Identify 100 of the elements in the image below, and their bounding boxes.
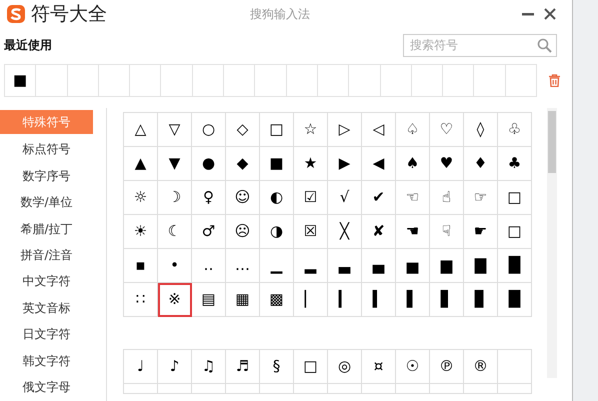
recent-symbol-cell[interactable]: ■ bbox=[5, 64, 36, 96]
symbol-cell[interactable]: ▶ bbox=[328, 147, 362, 181]
empty-cell[interactable] bbox=[362, 384, 396, 394]
symbol-cell[interactable]: ♤ bbox=[396, 113, 430, 147]
symbol-cell[interactable]: ☝ bbox=[430, 181, 464, 215]
symbol-cell[interactable]: ♣ bbox=[498, 147, 532, 181]
empty-cell[interactable] bbox=[430, 384, 464, 394]
symbol-cell[interactable]: ☆ bbox=[294, 113, 328, 147]
category-item[interactable]: 标点符号 bbox=[0, 136, 93, 163]
symbol-cell[interactable]: ☒ bbox=[294, 215, 328, 249]
symbol-cell[interactable]: ▌ bbox=[396, 283, 430, 317]
symbol-cell[interactable]: ✔ bbox=[362, 181, 396, 215]
symbol-cell[interactable]: ▽ bbox=[158, 113, 192, 147]
empty-cell[interactable] bbox=[192, 384, 226, 394]
symbol-cell[interactable]: ◊ bbox=[464, 113, 498, 147]
symbol-cell[interactable]: ℗ bbox=[430, 350, 464, 384]
symbol-cell[interactable]: ▄ bbox=[362, 249, 396, 283]
symbol-cell[interactable]: ☑ bbox=[294, 181, 328, 215]
symbol-cell[interactable]: ▎ bbox=[328, 283, 362, 317]
symbol-cell[interactable]: △ bbox=[124, 113, 158, 147]
symbol-cell[interactable]: ♀ bbox=[192, 181, 226, 215]
symbol-cell[interactable]: ▁ bbox=[260, 249, 294, 283]
empty-cell[interactable] bbox=[161, 64, 193, 96]
symbol-cell[interactable]: □ bbox=[498, 215, 532, 249]
symbol-cell[interactable]: ☀ bbox=[124, 215, 158, 249]
symbol-cell[interactable]: ✘ bbox=[362, 215, 396, 249]
symbol-cell[interactable]: ◎ bbox=[328, 350, 362, 384]
empty-cell[interactable] bbox=[226, 384, 260, 394]
symbol-cell[interactable]: ▆ bbox=[430, 249, 464, 283]
empty-cell[interactable] bbox=[286, 64, 318, 96]
search-field[interactable]: 搜索符号 bbox=[403, 34, 557, 56]
symbol-cell[interactable]: ☞ bbox=[464, 181, 498, 215]
symbol-cell[interactable]: √ bbox=[328, 181, 362, 215]
symbol-cell[interactable]: ★ bbox=[294, 147, 328, 181]
symbol-cell[interactable]: ♪ bbox=[158, 350, 192, 384]
empty-cell[interactable] bbox=[498, 350, 532, 384]
symbol-cell[interactable]: ☉ bbox=[396, 350, 430, 384]
symbol-cell[interactable]: ◐ bbox=[260, 181, 294, 215]
symbol-cell[interactable]: ● bbox=[192, 147, 226, 181]
symbol-cell[interactable]: ▅ bbox=[396, 249, 430, 283]
symbol-cell[interactable]: ♠ bbox=[396, 147, 430, 181]
symbol-cell[interactable]: ♥ bbox=[430, 147, 464, 181]
category-item[interactable]: 数字序号 bbox=[0, 162, 93, 190]
symbol-cell[interactable]: ♦ bbox=[464, 147, 498, 181]
symbol-cell[interactable]: ◆ bbox=[226, 147, 260, 181]
empty-cell[interactable] bbox=[443, 64, 474, 96]
symbol-cell[interactable]: ▤ bbox=[192, 283, 226, 317]
symbol-cell[interactable]: ◑ bbox=[260, 215, 294, 249]
symbol-cell[interactable]: … bbox=[226, 249, 260, 283]
symbol-cell[interactable]: █ bbox=[498, 249, 532, 283]
category-item[interactable]: 数学/单位 bbox=[0, 189, 93, 216]
category-item[interactable]: 中文字符 bbox=[0, 268, 93, 296]
symbol-cell[interactable]: ☽ bbox=[158, 181, 192, 215]
scrollbar-thumb[interactable] bbox=[548, 111, 556, 173]
symbol-cell[interactable]: ☚ bbox=[396, 215, 430, 249]
symbol-cell[interactable]: █ bbox=[498, 283, 532, 317]
empty-cell[interactable] bbox=[224, 64, 256, 96]
empty-cell[interactable] bbox=[255, 64, 287, 96]
symbol-cell[interactable]: ♡ bbox=[430, 113, 464, 147]
symbol-cell[interactable]: ♂ bbox=[192, 215, 226, 249]
empty-cell[interactable] bbox=[158, 384, 192, 394]
symbol-cell[interactable]: ▋ bbox=[430, 283, 464, 317]
symbol-cell[interactable]: ▍ bbox=[362, 283, 396, 317]
symbol-cell[interactable]: ☛ bbox=[464, 215, 498, 249]
symbol-cell[interactable]: ☾ bbox=[158, 215, 192, 249]
symbol-cell[interactable]: ¤ bbox=[362, 350, 396, 384]
symbol-cell[interactable]: ☜ bbox=[396, 181, 430, 215]
empty-cell[interactable] bbox=[294, 384, 328, 394]
empty-cell[interactable] bbox=[98, 64, 130, 96]
symbol-cell[interactable]: ▃ bbox=[328, 249, 362, 283]
empty-cell[interactable] bbox=[328, 384, 362, 394]
empty-cell[interactable] bbox=[36, 64, 68, 96]
symbol-cell[interactable]: ☼ bbox=[124, 181, 158, 215]
symbol-cell[interactable]: ※ bbox=[158, 283, 192, 317]
empty-cell[interactable] bbox=[349, 64, 381, 96]
symbol-cell[interactable]: ☟ bbox=[430, 215, 464, 249]
symbol-cell[interactable]: ☺ bbox=[226, 181, 260, 215]
symbol-cell[interactable]: ◀ bbox=[362, 147, 396, 181]
symbol-cell[interactable]: ▷ bbox=[328, 113, 362, 147]
symbol-cell[interactable]: ╳ bbox=[328, 215, 362, 249]
symbol-cell[interactable]: ▲ bbox=[124, 147, 158, 181]
symbol-cell[interactable]: □ bbox=[260, 113, 294, 147]
symbol-cell[interactable]: § bbox=[260, 350, 294, 384]
empty-cell[interactable] bbox=[474, 64, 506, 96]
symbol-cell[interactable]: • bbox=[158, 249, 192, 283]
category-item[interactable]: 俄文字母 bbox=[0, 374, 93, 401]
category-item[interactable]: 希腊/拉丁 bbox=[0, 216, 93, 242]
empty-cell[interactable] bbox=[412, 64, 444, 96]
symbol-cell[interactable]: ▇ bbox=[464, 249, 498, 283]
empty-cell[interactable] bbox=[498, 384, 532, 394]
symbol-cell[interactable]: ▩ bbox=[260, 283, 294, 317]
symbol-cell[interactable]: ▦ bbox=[226, 283, 260, 317]
empty-cell[interactable] bbox=[396, 384, 430, 394]
scrollbar[interactable] bbox=[547, 108, 557, 378]
symbol-cell[interactable]: ♩ bbox=[124, 350, 158, 384]
empty-cell[interactable] bbox=[124, 384, 158, 394]
minimize-icon[interactable] bbox=[522, 12, 534, 16]
category-item[interactable]: 英文音标 bbox=[0, 295, 93, 322]
symbol-cell[interactable]: ☹ bbox=[226, 215, 260, 249]
empty-cell[interactable] bbox=[506, 64, 538, 96]
